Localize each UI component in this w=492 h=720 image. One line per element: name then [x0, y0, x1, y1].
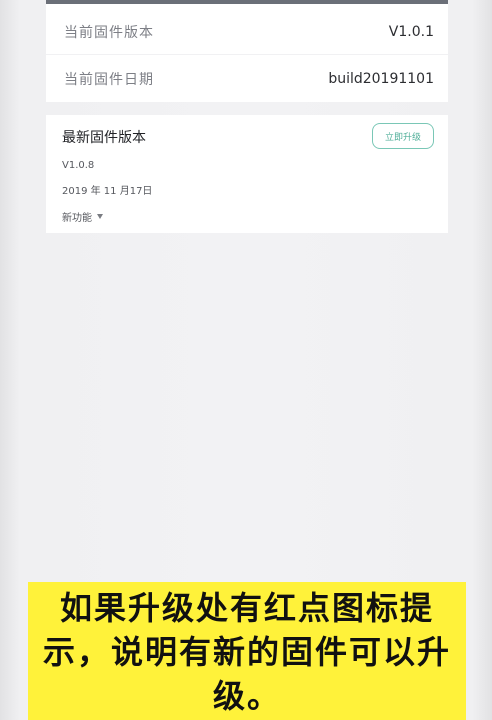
- current-date-row: 当前固件日期 build20191101: [46, 55, 448, 103]
- latest-firmware-card: 最新固件版本 立即升级 V1.0.8 2019 年 11 月17日 新功能: [46, 115, 448, 233]
- upgrade-now-button[interactable]: 立即升级: [372, 123, 434, 149]
- current-date-value: build20191101: [328, 71, 434, 87]
- chevron-down-icon: [97, 214, 103, 219]
- caption-overlay: 如果升级处有红点图标提示，说明有新的固件可以升级。: [28, 582, 466, 720]
- new-features-toggle[interactable]: 新功能: [62, 209, 103, 224]
- firmware-page: 当前固件版本 V1.0.1 当前固件日期 build20191101 最新固件版…: [0, 0, 492, 720]
- current-firmware-card: 当前固件版本 V1.0.1 当前固件日期 build20191101: [46, 4, 448, 102]
- current-version-row: 当前固件版本 V1.0.1: [46, 8, 448, 56]
- current-version-value: V1.0.1: [388, 24, 434, 40]
- latest-date-value: 2019 年 11 月17日: [62, 186, 153, 197]
- current-date-label: 当前固件日期: [64, 72, 154, 88]
- latest-firmware-title: 最新固件版本: [62, 130, 146, 146]
- latest-version-value: V1.0.8: [62, 160, 95, 171]
- new-features-label: 新功能: [62, 213, 92, 224]
- current-version-label: 当前固件版本: [64, 25, 154, 41]
